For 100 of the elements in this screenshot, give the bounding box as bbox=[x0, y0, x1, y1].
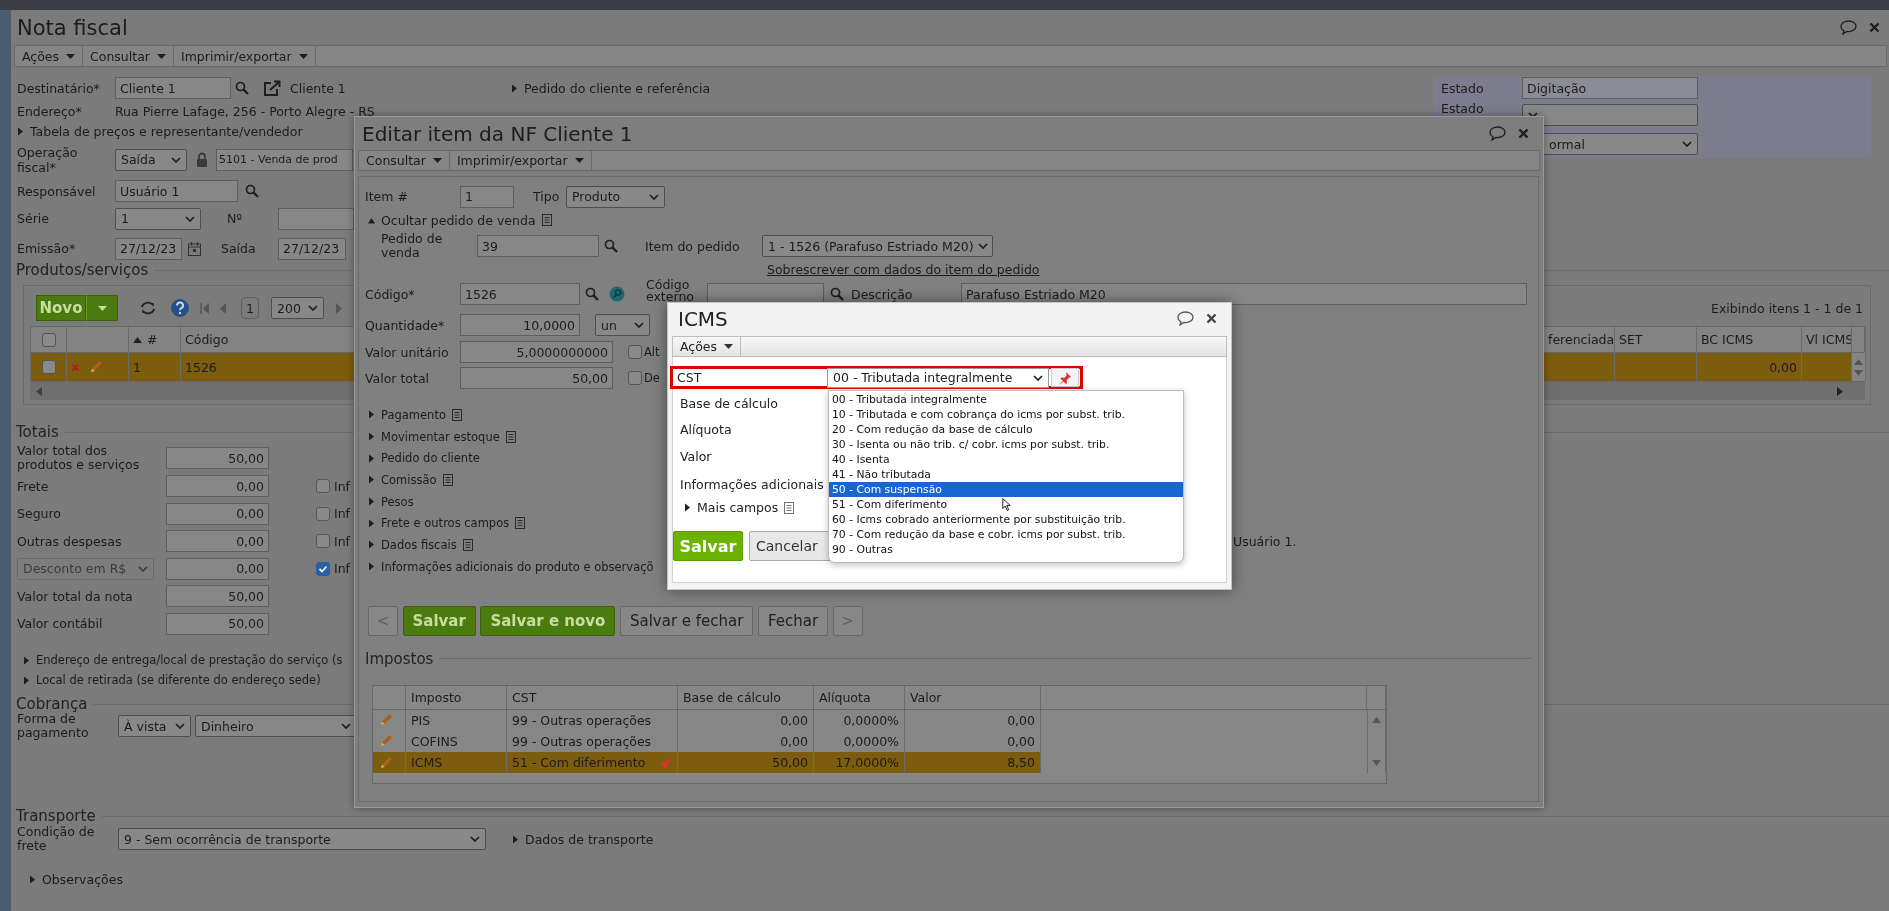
checkbox[interactable] bbox=[41, 332, 56, 347]
item-number-field[interactable]: 1 bbox=[460, 185, 514, 208]
date-field[interactable]: 27/12/23 bbox=[278, 237, 346, 260]
menu-button[interactable]: Consultar bbox=[359, 151, 450, 170]
close-icon[interactable] bbox=[1869, 22, 1880, 33]
number-field[interactable] bbox=[278, 207, 354, 230]
menu-button[interactable]: Ações bbox=[15, 46, 84, 66]
help-icon[interactable] bbox=[170, 298, 190, 318]
overwrite-link[interactable]: Sobrescrever com dados do item do pedido bbox=[767, 261, 1040, 277]
status-field[interactable]: Digitação bbox=[1522, 77, 1698, 99]
dropdown-option[interactable]: 00 - Tributada integralmente bbox=[829, 392, 1183, 407]
search-icon[interactable] bbox=[235, 81, 249, 95]
responsible-field[interactable]: Usuário 1 bbox=[115, 180, 238, 202]
close-icon[interactable] bbox=[1206, 313, 1217, 324]
dropdown-option[interactable]: 30 - Isenta ou não trib. c/ cobr. icms por subst. trib. bbox=[829, 437, 1183, 452]
dropdown-option[interactable]: 60 - Icms cobrado anteriormente por substituição trib. bbox=[829, 512, 1183, 527]
close-icon[interactable] bbox=[1518, 128, 1529, 139]
action-button[interactable]: Salvar e novo bbox=[480, 605, 616, 636]
column-header[interactable]: Valor bbox=[910, 689, 942, 705]
column-header[interactable]: Imposto bbox=[411, 689, 462, 705]
external-code-field[interactable] bbox=[707, 283, 824, 305]
page-field[interactable]: 1 bbox=[241, 297, 259, 319]
new-button[interactable]: Novo bbox=[36, 295, 86, 321]
date-field[interactable]: 27/12/23 bbox=[115, 237, 182, 260]
pin-button[interactable] bbox=[1051, 368, 1079, 387]
section-link[interactable]: Pagamento bbox=[381, 407, 446, 422]
section-link[interactable]: Pesos bbox=[381, 494, 414, 509]
direction-select[interactable]: Saída bbox=[115, 148, 187, 171]
action-button[interactable]: Fechar bbox=[757, 605, 829, 636]
lookup-icon[interactable] bbox=[609, 286, 625, 302]
description-field[interactable]: Parafuso Estriado M20 bbox=[961, 283, 1527, 305]
section-link[interactable]: Pedido do cliente e referência bbox=[524, 80, 711, 96]
dropdown-option[interactable]: 41 - Não tributada bbox=[829, 467, 1183, 482]
column-header[interactable]: SET bbox=[1619, 332, 1643, 347]
cst-select[interactable]: 00 - Tributada integralmente bbox=[827, 367, 1049, 388]
page-size-select[interactable]: 200 bbox=[271, 297, 324, 319]
search-icon[interactable] bbox=[604, 239, 618, 253]
section-link[interactable]: Dados fiscais bbox=[381, 537, 457, 552]
menu-button[interactable]: Consultar bbox=[83, 46, 174, 66]
search-icon[interactable] bbox=[585, 287, 599, 301]
column-header[interactable]: # bbox=[147, 332, 158, 347]
amount-field[interactable]: 50,00 bbox=[166, 447, 269, 469]
amount-field[interactable]: 0,00 bbox=[166, 475, 269, 497]
triangle-icon[interactable] bbox=[684, 503, 691, 512]
dropdown-option[interactable]: 50 - Com suspensão bbox=[829, 482, 1183, 497]
column-header[interactable]: BC ICMS bbox=[1701, 332, 1754, 347]
dropdown-option[interactable]: 40 - Isenta bbox=[829, 452, 1183, 467]
quantity-field[interactable]: 10,0000 bbox=[460, 314, 580, 336]
section-link[interactable]: Observações bbox=[42, 871, 123, 887]
amount-field[interactable]: 0,00 bbox=[166, 530, 269, 552]
section-link[interactable]: Dados de transporte bbox=[525, 831, 654, 847]
payment-method-select[interactable]: Dinheiro bbox=[195, 715, 357, 737]
unit-price-field[interactable]: 5,0000000000 bbox=[460, 341, 613, 363]
section-link[interactable]: Informações adicionais do produto e observaçõ bbox=[381, 559, 654, 574]
calendar-icon[interactable] bbox=[188, 241, 201, 256]
column-header[interactable]: ferenciada bbox=[1548, 332, 1614, 347]
order-field[interactable]: 39 bbox=[477, 235, 599, 257]
checkbox[interactable] bbox=[316, 534, 330, 548]
dropdown-option[interactable]: 10 - Tributada e com cobrança do icms por subst. trib. bbox=[829, 407, 1183, 422]
section-link[interactable]: Tabela de preços e representante/vendedor bbox=[30, 123, 303, 139]
section-link[interactable]: Frete e outros campos bbox=[381, 516, 510, 531]
dropdown-option[interactable]: 20 - Com redução da base de cálculo bbox=[829, 422, 1183, 437]
column-header[interactable]: Código bbox=[185, 332, 229, 347]
menu-button[interactable]: Imprimir/exportar bbox=[449, 151, 592, 170]
payment-term-select[interactable]: À vista bbox=[118, 715, 191, 737]
status-select[interactable] bbox=[1522, 104, 1698, 126]
refresh-icon[interactable] bbox=[140, 301, 156, 315]
comment-icon[interactable] bbox=[1177, 311, 1194, 326]
recipient-link[interactable]: Cliente 1 bbox=[290, 80, 346, 96]
discount-select[interactable]: Desconto em R$ bbox=[17, 557, 154, 580]
series-select[interactable]: 1 bbox=[115, 207, 201, 230]
code-field[interactable]: 1526 bbox=[460, 283, 580, 305]
checkbox[interactable] bbox=[628, 345, 642, 359]
table-row[interactable]: 1 1526 bbox=[30, 353, 355, 382]
action-button[interactable]: Salvar bbox=[402, 605, 476, 636]
freight-select[interactable]: 9 - Sem ocorrência de transporte bbox=[118, 828, 486, 850]
amount-field[interactable]: 50,00 bbox=[166, 612, 269, 635]
action-button[interactable]: Salvar e fechar bbox=[619, 605, 754, 636]
section-link[interactable]: Mais campos bbox=[697, 500, 779, 515]
scroll-right-icon[interactable] bbox=[1836, 386, 1843, 396]
menu-button[interactable]: Ações bbox=[673, 337, 742, 356]
external-link-icon[interactable] bbox=[263, 79, 281, 97]
checkbox[interactable] bbox=[628, 371, 642, 385]
column-header[interactable]: Alíquota bbox=[819, 689, 871, 705]
search-icon[interactable] bbox=[245, 184, 259, 198]
operation-field[interactable]: 5101 - Venda de prod bbox=[216, 148, 353, 171]
status-select[interactable]: ormal bbox=[1543, 133, 1698, 155]
column-header[interactable]: Base de cálculo bbox=[683, 689, 781, 705]
unit-select[interactable]: un bbox=[595, 314, 650, 336]
dropdown-option[interactable]: 51 - Com diferimento bbox=[829, 497, 1183, 512]
order-item-select[interactable]: 1 - 1526 (Parafuso Estriado M20) bbox=[762, 235, 993, 257]
type-select[interactable]: Produto bbox=[566, 185, 665, 208]
scroll-left-icon[interactable] bbox=[36, 386, 43, 396]
search-icon[interactable] bbox=[830, 287, 844, 301]
amount-field[interactable]: 0,00 bbox=[166, 502, 269, 525]
section-link[interactable]: Endereço de entrega/local de prestação do serviço (s bbox=[36, 653, 343, 667]
checkbox[interactable] bbox=[316, 479, 330, 493]
section-link[interactable]: Comissão bbox=[381, 472, 437, 487]
menu-button[interactable]: Imprimir/exportar bbox=[173, 46, 316, 66]
section-link[interactable]: Local de retirada (se diferente do endereço sede) bbox=[36, 673, 321, 687]
